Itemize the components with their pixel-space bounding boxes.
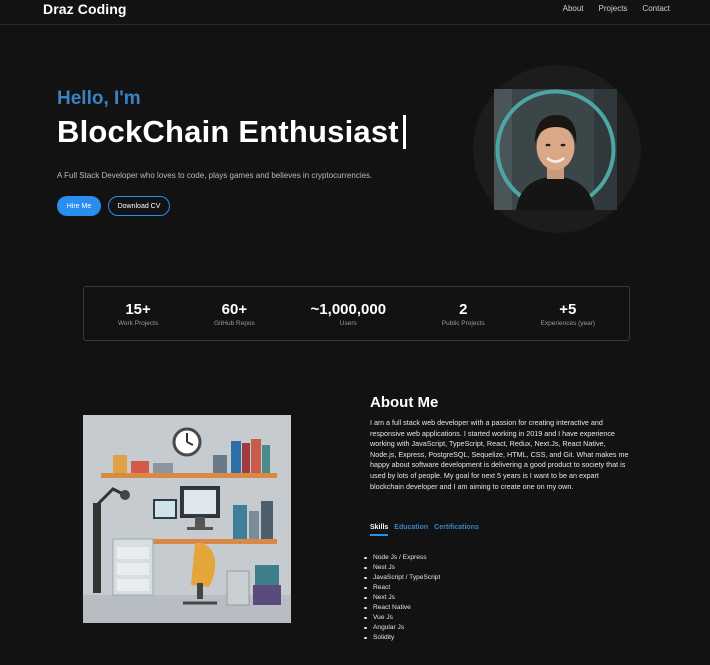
stat-value: +5 (559, 300, 577, 318)
brand-logo[interactable]: Draz Coding (43, 1, 127, 17)
stat-experience: +5 Experiences (year) (541, 301, 596, 327)
about-description: I am a full stack web developer with a p… (370, 418, 629, 491)
stat-label: Public Projects (441, 319, 485, 327)
stat-value: ~1,000,000 (310, 300, 387, 318)
nav-links: About Projects Contact (563, 4, 670, 13)
top-navbar: Draz Coding About Projects Contact (0, 0, 710, 25)
list-item: JavaScript / TypeScript (363, 574, 441, 581)
list-item: Nest Js (363, 563, 440, 573)
about-title: About Me (370, 394, 439, 411)
workspace-illustration (83, 415, 291, 623)
stat-value: 15+ (125, 300, 151, 318)
nav-link-contact[interactable]: Contact (642, 4, 670, 13)
typing-cursor (402, 115, 406, 149)
stat-label: Users (339, 319, 357, 327)
list-item: Solidity (363, 633, 440, 643)
profile-photo (494, 89, 617, 210)
download-cv-button[interactable]: Download CV (108, 196, 170, 216)
about-tabs: Skills Education Certifications (370, 524, 479, 536)
list-item: Next Js (363, 593, 440, 603)
list-item: React (363, 583, 440, 593)
stat-value: 2 (459, 300, 468, 318)
skills-list: Node Js / Express Nest Js JavaScript / T… (363, 553, 441, 643)
tab-education[interactable]: Education (394, 524, 428, 536)
stat-work-projects: 15+ Work Projects (118, 301, 158, 327)
hero-tagline: A Full Stack Developer who loves to code… (57, 171, 373, 180)
stat-value: 60+ (221, 300, 248, 318)
list-item: Vue Js (363, 613, 440, 623)
stat-users: ~1,000,000 Users (311, 301, 387, 327)
stat-label: Experiences (year) (540, 319, 596, 327)
tab-skills[interactable]: Skills (370, 524, 389, 536)
hire-me-button[interactable]: Hire Me (57, 196, 101, 216)
tab-certifications[interactable]: Certifications (434, 524, 479, 536)
nav-link-projects[interactable]: Projects (599, 4, 628, 13)
nav-link-about[interactable]: About (563, 4, 584, 13)
hero-greeting: Hello, I'm (57, 88, 141, 109)
stats-panel: 15+ Work Projects 60+ GitHub Repos ~1,00… (83, 286, 630, 341)
stat-label: Work Projects (117, 319, 159, 327)
hero-headline: BlockChain Enthusiast (57, 114, 399, 149)
hero-headline-wrap: BlockChain Enthusiast (57, 114, 406, 150)
stat-github-repos: 60+ GitHub Repos (214, 301, 255, 327)
list-item: React Native (363, 603, 440, 613)
stat-public-projects: 2 Public Projects (442, 301, 485, 327)
stat-label: GitHub Repos (213, 319, 255, 327)
list-item: Angular Js (363, 623, 440, 633)
list-item: Node Js / Express (363, 553, 440, 563)
